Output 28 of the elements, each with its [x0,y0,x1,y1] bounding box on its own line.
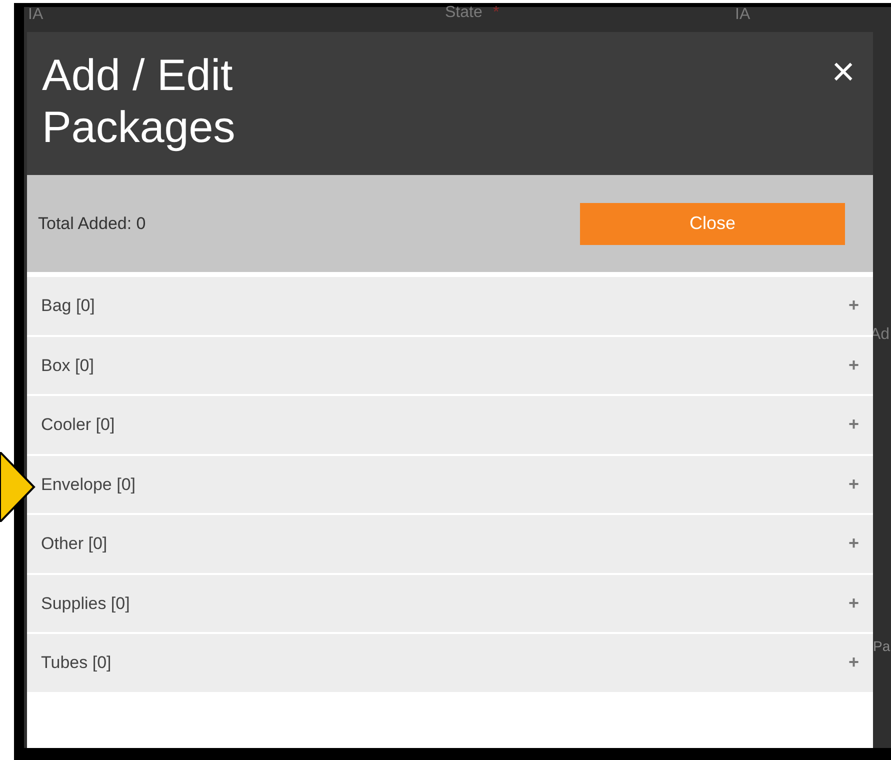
package-type-row[interactable]: Box [0] + [27,336,873,394]
package-type-label: Tubes [0] [41,652,112,674]
expand-icon[interactable]: + [848,649,859,676]
required-mark: * [493,5,500,21]
background-label: State [445,5,482,21]
dialog-title: Add / Edit Packages [42,50,236,154]
package-type-row[interactable]: Envelope [0] + [27,456,873,513]
package-type-label: Envelope [0] [41,474,136,496]
background-label: IA [28,7,44,23]
expand-icon[interactable]: + [848,470,859,498]
background-label: Pa [873,639,890,653]
package-type-row[interactable]: Cooler [0] + [27,396,873,454]
expand-icon[interactable]: + [848,590,859,617]
total-added-label: Total Added: 0 [38,212,146,235]
package-type-row[interactable]: Tubes [0] + [27,634,873,692]
package-type-label: Other [0] [41,533,108,555]
package-type-label: Bag [0] [41,295,95,317]
expand-icon[interactable]: + [848,530,859,558]
package-type-row[interactable]: Other [0] + [27,515,873,572]
package-type-label: Supplies [0] [41,592,130,614]
package-type-label: Box [0] [41,354,94,376]
expand-icon[interactable]: + [848,352,859,379]
expand-icon[interactable]: + [848,292,859,320]
expand-icon[interactable]: + [848,411,859,438]
background-label: IA [735,7,750,23]
package-type-row[interactable]: Supplies [0] + [27,574,873,632]
package-type-row[interactable]: Bag [0] + [27,277,873,334]
package-type-label: Cooler [0] [41,414,115,436]
